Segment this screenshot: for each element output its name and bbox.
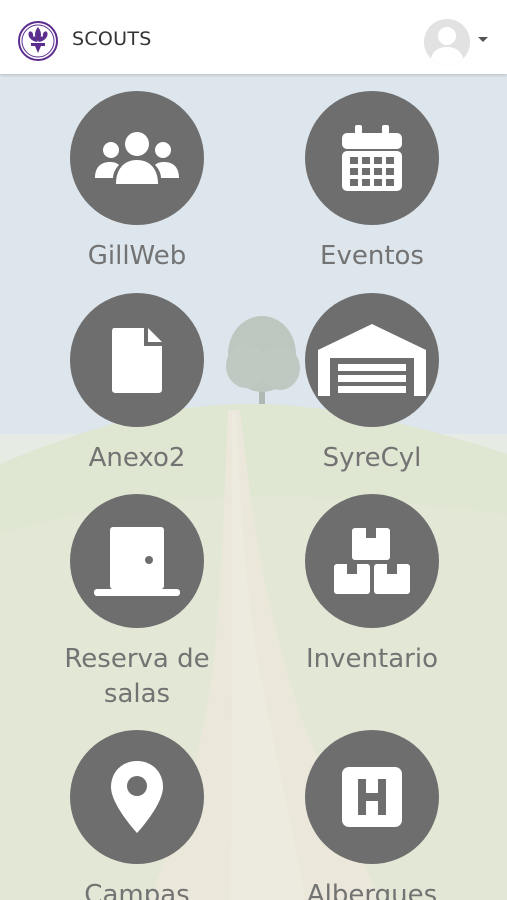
tile-label: Reserva de salas — [64, 644, 210, 709]
tile-anexo2[interactable]: Anexo2 — [47, 293, 227, 476]
hostel-h-icon — [342, 767, 402, 827]
tile-circle[interactable] — [305, 91, 439, 225]
door-icon — [94, 527, 180, 596]
calendar-icon — [342, 125, 402, 191]
fleur-de-lis-icon[interactable] — [18, 21, 58, 61]
tile-campas[interactable]: Campas — [47, 730, 227, 900]
map-marker-icon — [111, 761, 163, 833]
boxes-icon — [334, 528, 410, 594]
tile-circle[interactable] — [305, 293, 439, 427]
tile-label: Eventos — [320, 241, 424, 271]
tile-label: SyreCyl — [322, 443, 422, 473]
tile-circle[interactable] — [70, 494, 204, 628]
tile-inventario[interactable]: Inventario — [282, 494, 462, 677]
tile-label: Anexo2 — [88, 443, 186, 473]
warehouse-icon — [318, 324, 426, 396]
tile-reserva-de-salas[interactable]: Reserva de salas — [47, 494, 227, 712]
tile-albergues[interactable]: Albergues — [282, 730, 462, 900]
document-icon — [112, 328, 162, 393]
tile-label: GillWeb — [87, 241, 187, 271]
tile-syrecyl[interactable]: SyreCyl — [282, 293, 462, 476]
tile-eventos[interactable]: Eventos — [282, 91, 462, 274]
users-group-icon — [95, 132, 179, 184]
tile-circle[interactable] — [305, 730, 439, 864]
tile-circle[interactable] — [305, 494, 439, 628]
app-title: SCOUTS — [72, 28, 152, 50]
tile-gillweb[interactable]: GillWeb — [47, 91, 227, 274]
tile-circle[interactable] — [70, 293, 204, 427]
app-header: SCOUTS — [0, 0, 507, 74]
tile-label: Albergues — [306, 880, 438, 900]
caret-down-icon[interactable] — [478, 37, 488, 42]
tile-label: Inventario — [306, 644, 438, 674]
tile-circle[interactable] — [70, 730, 204, 864]
tile-label: Campas — [84, 880, 190, 900]
tile-circle[interactable] — [70, 91, 204, 225]
user-avatar-icon[interactable] — [424, 19, 470, 65]
